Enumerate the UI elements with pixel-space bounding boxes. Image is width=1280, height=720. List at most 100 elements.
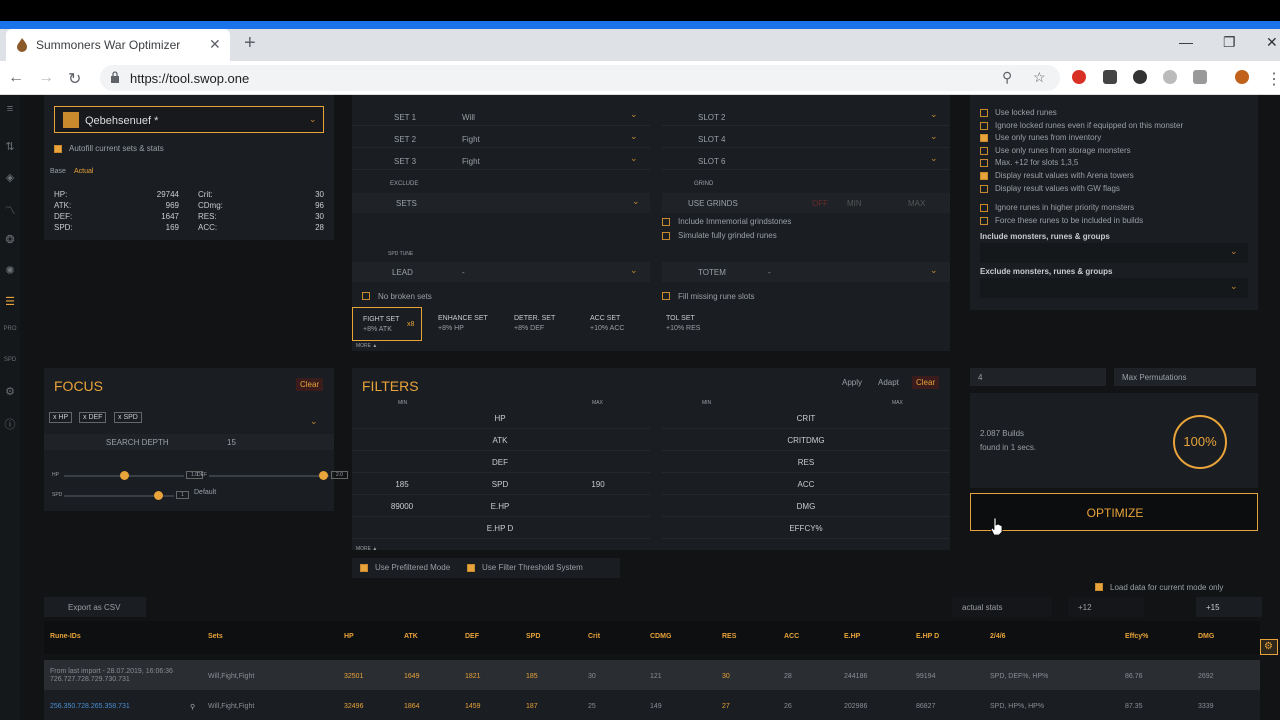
grind-off[interactable]: OFF [812,199,828,208]
extension-icon[interactable] [1133,70,1147,84]
chevron-down-icon[interactable]: ⌄ [310,416,318,427]
monster-icon[interactable]: ❂ [3,233,17,247]
set-card[interactable]: TOL SET +10% RES [656,307,726,341]
filter-min[interactable]: 185 [352,480,452,489]
artifact-icon[interactable]: ✺ [3,264,17,278]
close-window-icon[interactable]: ✕ [1266,34,1278,51]
option-checkbox[interactable] [980,172,988,180]
reload-icon[interactable]: ↻ [68,69,81,89]
adapt-button[interactable]: Adapt [878,378,899,387]
column-header[interactable]: E.HP D [916,633,939,640]
result-tab[interactable]: +15 [1196,597,1262,617]
no-broken-checkbox[interactable] [362,292,370,300]
threshold-checkbox[interactable] [467,564,475,572]
column-header[interactable]: 2/4/6 [990,633,1006,640]
spd-tune-icon[interactable]: SPD [3,357,17,371]
focus-tag[interactable]: x HP [49,412,73,423]
monster-select[interactable]: Qebehsenuef * ⌄ [54,106,324,133]
column-header[interactable]: ACC [784,633,799,640]
set-select-3[interactable]: SET 3 Fight ⌄ [352,152,650,170]
slider-handle[interactable] [120,471,129,480]
option-checkbox[interactable] [980,146,988,155]
simulate-checkbox[interactable] [662,232,670,240]
option-checkbox[interactable] [980,204,988,212]
max-permutations-select[interactable]: Max Permutations [1114,368,1256,386]
focus-clear-button[interactable]: Clear [296,378,324,391]
column-header[interactable]: Effcy% [1125,633,1148,640]
option-checkbox[interactable] [980,134,988,143]
load-data-checkbox[interactable] [1095,583,1103,591]
slider-value[interactable]: 1 [176,491,189,499]
new-tab-icon[interactable]: + [244,32,256,55]
slider-handle[interactable] [153,491,163,500]
option-checkbox[interactable] [980,184,988,193]
column-header[interactable]: Sets [208,633,223,640]
column-header[interactable]: E.HP [844,633,860,640]
exclude-sets-select[interactable]: SETS ⌄ [352,193,650,213]
optimizer-icon[interactable]: ☰ [3,295,17,309]
column-header[interactable]: Rune-IDs [50,633,81,640]
filter-min[interactable]: 89000 [352,502,452,511]
hamburger-icon[interactable]: ≡ [3,103,17,117]
lead-select[interactable]: LEAD - ⌄ [352,262,650,282]
export-csv-button[interactable]: Export as CSV [44,597,146,617]
extension-icon[interactable] [1163,70,1177,84]
apply-button[interactable]: Apply [842,378,862,387]
browser-tab[interactable]: Summoners War Optimizer ✕ [6,29,230,61]
slot-select-3[interactable]: SLOT 6 ⌄ [662,152,950,170]
table-row[interactable]: From last import - 28.07.2019, 16:06:36 7… [44,660,1260,692]
zoom-icon[interactable]: ⚲ [1002,69,1012,86]
set-card[interactable]: FIGHT SET +8% ATK x8 [352,307,422,341]
slider-value[interactable]: 2.0 [331,471,348,479]
back-icon[interactable]: ← [8,69,24,87]
set-card[interactable]: DETER. SET +8% DEF [504,307,574,341]
slider-handle[interactable] [319,471,328,480]
star-icon[interactable]: ☆ [1033,69,1046,86]
prefiltered-checkbox[interactable] [360,564,368,572]
slot-select-1[interactable]: SLOT 2 ⌄ [662,108,950,126]
profile-avatar[interactable] [1235,70,1249,84]
column-header[interactable]: HP [344,633,354,640]
table-settings-icon[interactable]: ⚙ [1260,639,1278,655]
sort-icon[interactable]: ⇅ [3,140,17,154]
optimize-button[interactable]: OPTIMIZE [970,493,1258,531]
autofill-checkbox[interactable] [54,145,62,153]
chart-icon[interactable]: 〽 [3,202,17,217]
option-checkbox[interactable] [980,216,988,225]
extension-icon[interactable] [1103,70,1117,84]
pro-list-icon[interactable]: PRO [3,326,17,340]
include-select[interactable]: ⌄ [980,243,1248,263]
column-header[interactable]: DMG [1198,633,1214,640]
forward-icon[interactable]: → [38,69,54,87]
column-header[interactable]: Crit [588,633,600,640]
rune-icon[interactable]: ◈ [3,171,17,185]
result-tab[interactable]: +12 [1068,597,1144,617]
search-depth-value[interactable]: 15 [227,438,236,447]
info-icon[interactable]: ⓘ [3,416,17,431]
focus-tag[interactable]: x DEF [79,412,107,423]
grind-max[interactable]: MAX [908,199,925,208]
menu-icon[interactable]: ⋮ [1266,69,1280,89]
slot-select-2[interactable]: SLOT 4 ⌄ [662,130,950,148]
column-header[interactable]: DEF [465,633,479,640]
minimize-icon[interactable]: — [1179,34,1193,50]
option-checkbox[interactable] [980,159,988,168]
result-tab[interactable]: actual stats [952,597,1052,617]
count-input[interactable]: 4 [970,368,1106,386]
column-header[interactable]: CDMG [650,633,671,640]
tab-base[interactable]: Base [50,168,66,175]
filters-clear-button[interactable]: Clear [912,376,940,389]
pin-icon[interactable]: ⚲ [190,703,195,711]
settings-icon[interactable]: ⚙ [3,385,17,399]
set-card[interactable]: ACC SET +10% ACC [580,307,650,341]
set-select-1[interactable]: SET 1 Will ⌄ [352,108,650,126]
totem-select[interactable]: TOTEM - ⌄ [662,262,950,282]
table-row[interactable]: 256.350.728.265.358.731 ⚲ Will,Fight,Fight… [44,690,1260,720]
exclude-monsters-select[interactable]: ⌄ [980,278,1248,298]
more-sets-link[interactable]: MORE ▲ [356,343,377,349]
fill-missing-checkbox[interactable] [662,292,670,300]
column-header[interactable]: SPD [526,633,540,640]
default-label[interactable]: Default [194,489,216,496]
more-filters-link[interactable]: MORE ▲ [356,546,377,552]
column-header[interactable]: ATK [404,633,418,640]
